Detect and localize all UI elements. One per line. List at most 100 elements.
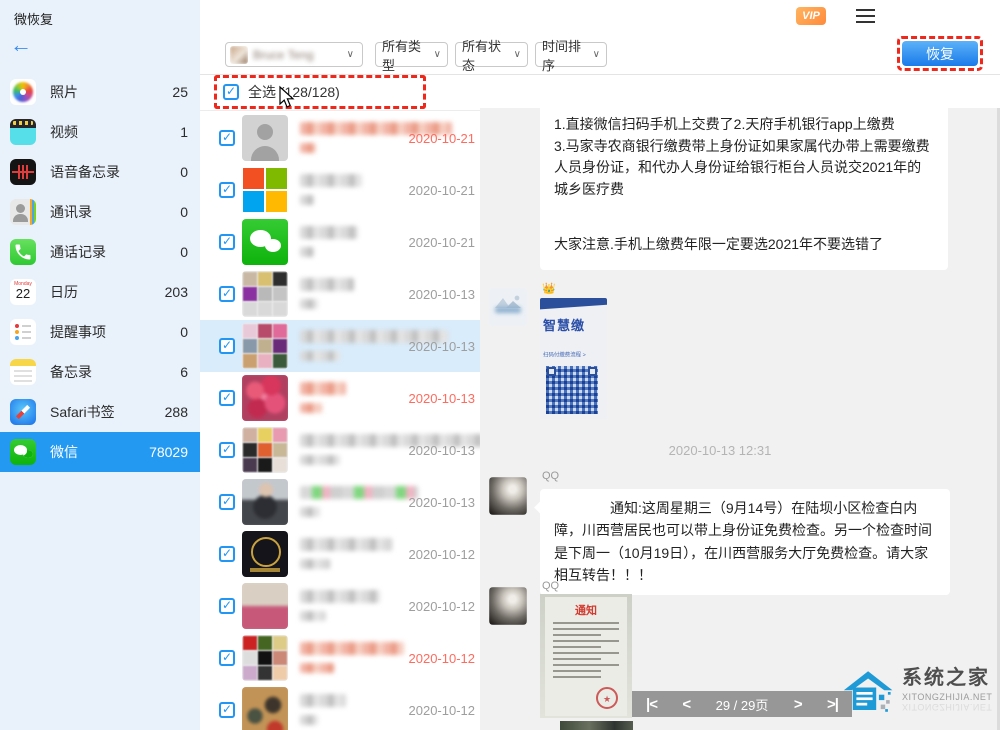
sidebar-item-contacts[interactable]: 通讯录 0 <box>0 192 200 232</box>
sidebar-item-photos[interactable]: 照片 25 <box>0 72 200 112</box>
vip-badge[interactable]: VIP <box>796 7 826 25</box>
image-message-poster[interactable]: 智慧缴 扫码付缴费流程 > <box>540 298 607 419</box>
photos-icon <box>10 79 36 105</box>
row-subtitle-redacted <box>300 507 320 517</box>
select-all-highlight-box: 全选 (128/128) <box>214 75 426 109</box>
avatar <box>242 115 288 161</box>
row-checkbox[interactable] <box>219 702 235 718</box>
row-checkbox[interactable] <box>219 494 235 510</box>
row-checkbox[interactable] <box>219 130 235 146</box>
conversation-row[interactable]: 2020-10-12 <box>200 528 480 580</box>
filter-status-dropdown[interactable]: 所有状态 ∨ <box>455 42 528 67</box>
sidebar: 微恢复 ← 照片 25 视频 1 语音备忘录 0 通讯录 0 通话记录 0 <box>0 0 200 730</box>
sidebar-item-label: 视频 <box>50 122 180 142</box>
row-subtitle-redacted <box>300 403 322 413</box>
row-title-redacted <box>300 382 346 395</box>
next-page-button[interactable]: > <box>794 697 802 712</box>
conversation-row[interactable]: 2020-10-21 <box>200 112 480 164</box>
menu-hamburger-icon[interactable] <box>856 9 875 27</box>
conversation-row[interactable]: 2020-10-21 <box>200 164 480 216</box>
sidebar-item-notes[interactable]: 备忘录 6 <box>0 352 200 392</box>
row-date: 2020-10-13 <box>409 287 476 302</box>
sort-time-dropdown[interactable]: 时间排序 ∨ <box>535 42 607 67</box>
filter-status-label: 所有状态 <box>462 36 510 74</box>
row-date: 2020-10-21 <box>409 235 476 250</box>
conversation-row[interactable]: 2020-10-13 <box>200 320 480 372</box>
sidebar-item-safari[interactable]: Safari书签 288 <box>0 392 200 432</box>
sidebar-item-label: 备忘录 <box>50 362 180 382</box>
row-checkbox[interactable] <box>219 390 235 406</box>
row-checkbox[interactable] <box>219 650 235 666</box>
prev-page-button[interactable]: < <box>682 697 690 712</box>
recover-button[interactable]: 恢复 <box>902 41 978 66</box>
reminders-icon <box>10 319 36 345</box>
conversation-row[interactable]: 2020-10-12 <box>200 580 480 632</box>
sidebar-item-label: 语音备忘录 <box>50 162 180 182</box>
crown-emoji: 👑 <box>542 284 556 295</box>
row-date: 2020-10-13 <box>409 495 476 510</box>
conversation-row[interactable]: 2020-10-13 <box>200 268 480 320</box>
message-bubble: 1.直接微信扫码手机上交费了2.天府手机银行app上缴费 3.马家寺农商银行缴费… <box>540 108 948 270</box>
contacts-icon <box>10 199 36 225</box>
row-date: 2020-10-21 <box>409 183 476 198</box>
sidebar-item-wechat[interactable]: 微信 78029 <box>0 432 200 472</box>
sidebar-item-voice[interactable]: 语音备忘录 0 <box>0 152 200 192</box>
back-arrow-icon[interactable]: ← <box>10 34 32 56</box>
conversation-row[interactable]: 2020-10-13 <box>200 476 480 528</box>
sidebar-item-label: 通话记录 <box>50 242 180 262</box>
sidebar-items: 照片 25 视频 1 语音备忘录 0 通讯录 0 通话记录 0 Monday22 <box>0 72 200 472</box>
row-title-redacted <box>300 226 358 239</box>
conversation-row[interactable]: 2020-10-21 <box>200 216 480 268</box>
row-subtitle-redacted <box>300 351 340 361</box>
row-subtitle-redacted <box>300 455 340 465</box>
row-title-redacted <box>300 174 362 187</box>
sidebar-item-label: 日历 <box>50 282 165 302</box>
sidebar-item-videos[interactable]: 视频 1 <box>0 112 200 152</box>
watermark-name: 系统之家 <box>902 667 992 689</box>
avatar <box>242 531 288 577</box>
select-all-row: 全选 (128/128) <box>200 75 480 111</box>
conversation-row[interactable]: 2020-10-12 <box>200 684 480 730</box>
videos-icon <box>10 119 36 145</box>
account-select-dropdown[interactable]: Bruce Teng ∨ <box>225 42 363 67</box>
filter-type-label: 所有类型 <box>382 36 430 74</box>
row-checkbox[interactable] <box>219 442 235 458</box>
message-text: 1.直接微信扫码手机上交费了2.天府手机银行app上缴费 <box>554 114 934 136</box>
first-page-button[interactable]: |< <box>646 697 657 712</box>
conversation-row[interactable]: 2020-10-13 <box>200 372 480 424</box>
sidebar-item-phone[interactable]: 通话记录 0 <box>0 232 200 272</box>
row-title-redacted <box>300 694 346 707</box>
row-checkbox[interactable] <box>219 338 235 354</box>
avatar <box>242 323 288 369</box>
poster-headline: 智慧缴 <box>543 315 585 334</box>
chevron-down-icon: ∨ <box>434 49 441 60</box>
conversation-row[interactable]: 2020-10-12 <box>200 632 480 684</box>
app-window: 微恢复 ← 照片 25 视频 1 语音备忘录 0 通讯录 0 通话记录 0 <box>0 0 1000 730</box>
row-title-redacted <box>300 642 404 655</box>
sidebar-item-cal[interactable]: Monday22 日历 203 <box>0 272 200 312</box>
row-subtitle-redacted <box>300 247 314 257</box>
conversation-row[interactable]: 2020-10-13 <box>200 424 480 476</box>
avatar <box>242 427 288 473</box>
sidebar-item-remind[interactable]: 提醒事项 0 <box>0 312 200 352</box>
row-checkbox[interactable] <box>219 286 235 302</box>
filter-type-dropdown[interactable]: 所有类型 ∨ <box>375 42 448 67</box>
row-checkbox[interactable] <box>219 182 235 198</box>
panel-header-strip <box>480 75 1000 108</box>
message-bubble: 通知:这周星期三（9月14号）在陆坝小区检查白内障，川西营居民也可以带上身份证免… <box>540 489 950 595</box>
row-date: 2020-10-12 <box>409 547 476 562</box>
image-message-notice[interactable]: 通知 ★ <box>540 594 632 718</box>
chevron-down-icon: ∨ <box>347 49 354 60</box>
row-date: 2020-10-13 <box>409 339 476 354</box>
row-checkbox[interactable] <box>219 234 235 250</box>
avatar <box>242 687 288 730</box>
select-all-label: 全选 (128/128) <box>248 82 340 102</box>
recover-highlight-box: 恢复 <box>897 36 983 71</box>
last-page-button[interactable]: >| <box>827 697 838 712</box>
row-checkbox[interactable] <box>219 598 235 614</box>
row-checkbox[interactable] <box>219 546 235 562</box>
avatar <box>242 479 288 525</box>
voice-memo-icon <box>10 159 36 185</box>
select-all-checkbox[interactable] <box>223 84 239 100</box>
sidebar-item-count: 288 <box>165 404 188 420</box>
